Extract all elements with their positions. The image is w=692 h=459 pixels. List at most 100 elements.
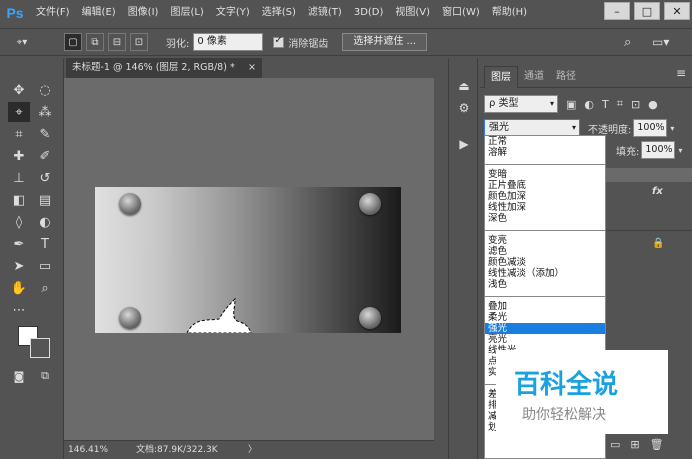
blend-option[interactable]: 深色 [485, 213, 605, 224]
blend-option[interactable]: 强光 [485, 323, 605, 334]
document-tab[interactable]: 未标题-1 @ 146% (图层 2, RGB/8) * × [66, 58, 262, 78]
window-controls: – □ ✕ [604, 2, 690, 20]
add-to-selection-icon[interactable]: ⧉ [86, 33, 104, 51]
blur-tool-icon[interactable]: ◊ [8, 212, 30, 232]
blend-option[interactable]: 正片叠底 [485, 180, 605, 191]
menu-window[interactable]: 窗口(W) [436, 0, 486, 26]
image-canvas[interactable] [95, 187, 401, 333]
select-and-mask-button[interactable]: 选择并遮住 ... [342, 33, 428, 51]
close-button[interactable]: ✕ [664, 2, 690, 20]
filter-adjustment-icon[interactable]: ◐ [584, 98, 594, 111]
dodge-tool-icon[interactable]: ◐ [34, 212, 56, 232]
zoom-level[interactable]: 146.41% [68, 441, 108, 459]
more-tools-icon[interactable]: ⋯ [8, 300, 30, 320]
blend-option[interactable]: 线性减淡（添加） [485, 268, 605, 279]
menu-select[interactable]: 选择(S) [256, 0, 302, 26]
tab-layers[interactable]: 图层 [484, 66, 518, 88]
dropdown-separator [485, 296, 605, 297]
brush-tool-icon[interactable]: ✐ [34, 146, 56, 166]
lasso-tool-icon[interactable]: ⌖ [8, 102, 30, 122]
gradient-tool-icon[interactable]: ▤ [34, 190, 56, 210]
blend-option[interactable]: 叠加 [485, 301, 605, 312]
menu-image[interactable]: 图像(I) [122, 0, 165, 26]
rectangle-tool-icon[interactable]: ▭ [34, 256, 56, 276]
dropdown-separator [485, 230, 605, 231]
menu-help[interactable]: 帮助(H) [486, 0, 533, 26]
filter-shape-icon[interactable]: ⌗ [617, 97, 623, 111]
blend-option[interactable]: 线性加深 [485, 202, 605, 213]
fill-input[interactable]: 100% [641, 141, 676, 159]
blend-option[interactable]: 变亮 [485, 235, 605, 246]
close-icon[interactable]: × [248, 58, 256, 78]
eyedropper-tool-icon[interactable]: ✎ [34, 124, 56, 144]
menu-bar: Ps 文件(F) 编辑(E) 图像(I) 图层(L) 文字(Y) 选择(S) 滤… [0, 0, 692, 26]
path-selection-tool-icon[interactable]: ➤ [8, 256, 30, 276]
polygonal-lasso-preset-icon[interactable]: ⌖▾ [10, 33, 34, 51]
ps-logo: Ps [6, 5, 24, 21]
menu-filter[interactable]: 滤镜(T) [302, 0, 348, 26]
panel-menu-icon[interactable]: ≡ [676, 66, 686, 80]
minimize-button[interactable]: – [604, 2, 630, 20]
opacity-chevron-icon[interactable]: ▾ [670, 124, 674, 133]
opacity-input[interactable]: 100% [633, 119, 668, 137]
healing-brush-tool-icon[interactable]: ✚ [8, 146, 30, 166]
blend-option[interactable]: 亮光 [485, 334, 605, 345]
crop-tool-icon[interactable]: ⌗ [8, 124, 30, 144]
menu-view[interactable]: 视图(V) [389, 0, 436, 26]
tab-paths[interactable]: 路径 [550, 66, 582, 88]
maximize-button[interactable]: □ [634, 2, 660, 20]
menu-layer[interactable]: 图层(L) [164, 0, 209, 26]
hand-tool-icon[interactable]: ✋ [8, 278, 30, 298]
tab-channels[interactable]: 通道 [518, 66, 550, 88]
blend-option[interactable]: 滤色 [485, 246, 605, 257]
background-color-swatch[interactable] [30, 338, 50, 358]
eraser-tool-icon[interactable]: ◧ [8, 190, 30, 210]
magic-wand-tool-icon[interactable]: ⁂ [34, 102, 56, 122]
intersect-selection-icon[interactable]: ⊡ [130, 33, 148, 51]
filter-pixel-icon[interactable]: ▣ [566, 98, 576, 111]
clone-stamp-tool-icon[interactable]: ⊥ [8, 168, 30, 188]
type-tool-icon[interactable]: T [34, 234, 56, 254]
menu-edit[interactable]: 编辑(E) [76, 0, 122, 26]
pen-tool-icon[interactable]: ✒ [8, 234, 30, 254]
layer-filter-select[interactable]: ρ 类型 ▾ [484, 95, 558, 113]
menu-type[interactable]: 文字(Y) [210, 0, 256, 26]
filter-smart-object-icon[interactable]: ⊡ [631, 98, 640, 111]
lock-icon[interactable]: 🔒 [652, 238, 664, 249]
search-icon[interactable]: ⌕ [624, 35, 631, 50]
blend-option[interactable]: 颜色加深 [485, 191, 605, 202]
trash-icon[interactable]: 🗑 [650, 438, 664, 451]
zoom-tool-icon[interactable]: ⌕ [34, 278, 56, 298]
quick-mask-icon[interactable]: ◙ [8, 366, 30, 386]
marquee-tool-icon[interactable]: ◌ [34, 80, 56, 100]
new-group-icon[interactable]: ▭ [610, 438, 620, 451]
new-layer-icon[interactable]: ⊞ [630, 438, 639, 451]
fill-chevron-icon[interactable]: ▾ [678, 146, 682, 155]
status-arrow-icon[interactable]: 〉 [248, 441, 257, 459]
antialias-checkbox[interactable] [273, 35, 285, 48]
menu-3d[interactable]: 3D(D) [348, 0, 390, 26]
menu-file[interactable]: 文件(F) [30, 0, 76, 26]
workspace-icon[interactable]: ▭▾ [652, 35, 669, 49]
history-brush-tool-icon[interactable]: ↺ [34, 168, 56, 188]
layer-row-highlight[interactable] [604, 168, 692, 182]
new-selection-icon[interactable]: ▢ [64, 33, 82, 51]
blend-option[interactable]: 柔光 [485, 312, 605, 323]
actions-play-icon[interactable]: ▶ [454, 134, 474, 154]
blend-option[interactable]: 变暗 [485, 169, 605, 180]
blend-option[interactable]: 颜色减淡 [485, 257, 605, 268]
move-tool-icon[interactable]: ✥ [8, 80, 30, 100]
document-canvas-area[interactable] [64, 78, 434, 440]
filter-type-icon[interactable]: T [602, 98, 609, 111]
history-panel-icon[interactable]: ⏏ [454, 76, 474, 96]
fx-icon[interactable]: fx [652, 186, 663, 197]
filter-toggle-icon[interactable]: ● [648, 98, 658, 111]
blend-mode-value: 强光 [489, 122, 509, 133]
blend-option[interactable]: 溶解 [485, 147, 605, 158]
feather-input[interactable]: 0 像素 [193, 33, 264, 51]
blend-option[interactable]: 正常 [485, 136, 605, 147]
screen-mode-icon[interactable]: ⧉ [34, 366, 56, 386]
blend-option[interactable]: 浅色 [485, 279, 605, 290]
subtract-from-selection-icon[interactable]: ⊟ [108, 33, 126, 51]
properties-panel-icon[interactable]: ⚙ [454, 98, 474, 118]
